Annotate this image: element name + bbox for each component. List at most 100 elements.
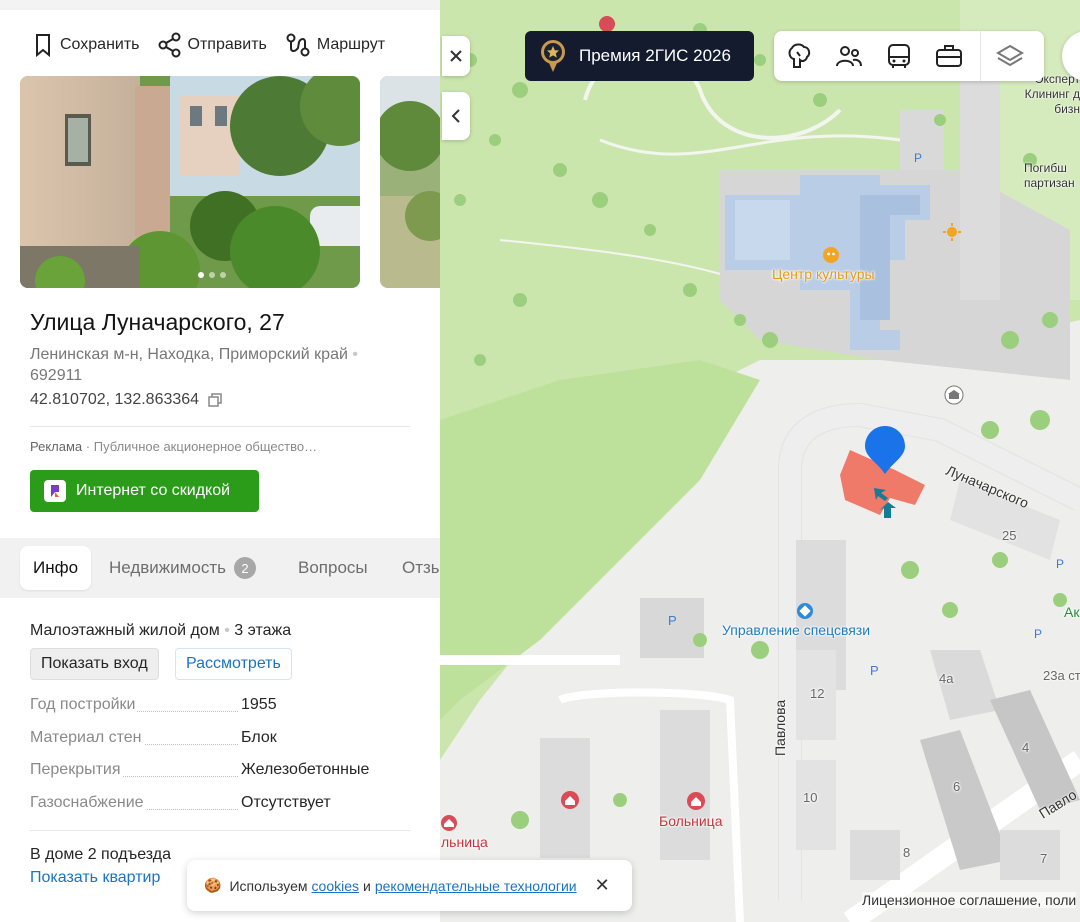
- property-value: Блок: [241, 729, 277, 746]
- card-actions: Сохранить Отправить Маршрут: [32, 32, 385, 58]
- close-icon: [450, 50, 462, 62]
- share-button[interactable]: Отправить: [158, 32, 267, 58]
- map-label-special-comm[interactable]: Управление спецсвязи: [722, 622, 870, 638]
- chevron-left-icon: [451, 109, 460, 123]
- medal-icon: [541, 40, 565, 72]
- sun-icon[interactable]: [942, 222, 962, 242]
- tab-questions[interactable]: Вопросы: [298, 546, 368, 590]
- building-number-23a: 23а ст: [1043, 668, 1080, 683]
- hospital-icon[interactable]: [440, 814, 458, 832]
- property-key: Материал стен: [30, 729, 144, 747]
- property-key: Год постройки: [30, 696, 138, 714]
- people-icon: [836, 46, 862, 67]
- attractions-icon: [788, 43, 811, 68]
- hospital-icon[interactable]: [560, 790, 580, 810]
- route-button[interactable]: Маршрут: [285, 32, 385, 58]
- save-label: Сохранить: [60, 36, 140, 53]
- map-label-hospital[interactable]: Больница: [659, 813, 723, 829]
- people-layer-button[interactable]: [824, 31, 874, 81]
- property-value: Отсутствует: [241, 794, 331, 811]
- parking-icon: P: [1034, 627, 1042, 640]
- pagination-dot[interactable]: [220, 272, 226, 278]
- layers-icon: [995, 44, 1024, 67]
- tab-realty[interactable]: Недвижимость 2: [109, 546, 256, 590]
- ad-button-label: Интернет со скидкой: [76, 482, 231, 499]
- map-label-culture-center[interactable]: Центр культуры: [772, 266, 875, 282]
- place-address: Ленинская м-н, Находка, Приморский край …: [30, 344, 420, 386]
- show-entrance-button[interactable]: Показать вход: [30, 648, 159, 680]
- briefcase-icon: [936, 45, 962, 67]
- show-apartments-link[interactable]: Показать квартир: [30, 869, 160, 887]
- house-type-label: Малоэтажный жилой дом: [30, 622, 220, 639]
- parking-icon: P: [914, 151, 922, 164]
- license-link[interactable]: Лицензионное соглашение, поли: [862, 892, 1077, 908]
- photo-image: [380, 76, 440, 288]
- save-button[interactable]: Сохранить: [32, 32, 140, 58]
- place-title: Улица Луначарского, 27: [30, 309, 285, 335]
- cookies-link[interactable]: cookies: [312, 878, 359, 894]
- ad-cta-button[interactable]: Интернет со скидкой: [30, 470, 259, 512]
- svg-text:P: P: [870, 663, 879, 678]
- coordinates-text[interactable]: 42.810702, 132.863364: [30, 391, 199, 409]
- business-layer-button[interactable]: [924, 31, 974, 81]
- entrances-count: В доме 2 подъезда: [30, 846, 171, 863]
- building-number-25: 25: [1002, 528, 1017, 543]
- pagination-dot[interactable]: [198, 272, 204, 278]
- house-type: Малоэтажный жилой дом • 3 этажа: [30, 622, 291, 640]
- floors-label: 3 этажа: [234, 622, 292, 639]
- bus-icon: [888, 44, 910, 68]
- hospital-icon[interactable]: [686, 791, 706, 811]
- rostelecom-logo-icon: [44, 480, 66, 502]
- ad-advertiser[interactable]: Публичное акционерное общество…: [94, 439, 317, 454]
- map-label-hospital-cut[interactable]: льница: [441, 834, 488, 850]
- card-tabs: Инфо Недвижимость 2 Вопросы Отзы: [0, 538, 440, 598]
- transport-layer-button[interactable]: [874, 31, 924, 81]
- building-number-10: 10: [803, 790, 818, 805]
- building-number-12: 12: [810, 686, 825, 701]
- postcode: 692911: [30, 367, 83, 384]
- parking-icon: P: [1056, 557, 1064, 570]
- property-row: Перекрытия Железобетонные: [30, 761, 410, 783]
- realty-count-badge: 2: [233, 557, 256, 579]
- close-panel-button[interactable]: [442, 36, 470, 76]
- tab-reviews[interactable]: Отзы: [402, 546, 440, 590]
- attractions-layer-button[interactable]: [774, 31, 824, 81]
- separator-dot: ·: [85, 439, 94, 454]
- tab-info-label: Инфо: [33, 558, 79, 577]
- place-photo[interactable]: [380, 76, 440, 288]
- location-pin-icon[interactable]: [863, 424, 907, 480]
- museum-icon[interactable]: [944, 385, 964, 405]
- map-label-cut[interactable]: Ак: [1064, 604, 1079, 620]
- divider: [30, 830, 410, 831]
- building-number-8: 8: [903, 845, 911, 860]
- building-number-7: 7: [1040, 851, 1048, 866]
- award-banner-button[interactable]: Премия 2ГИС 2026: [525, 31, 754, 81]
- entrance-arrow-icon[interactable]: [870, 484, 904, 520]
- bookmark-icon: [36, 34, 50, 58]
- layers-button[interactable]: [980, 31, 1038, 81]
- separator-dot: •: [352, 346, 358, 363]
- pagination-dot[interactable]: [209, 272, 215, 278]
- building-number-4a: 4а: [939, 671, 954, 686]
- tab-info[interactable]: Инфо: [20, 546, 92, 590]
- view-button[interactable]: Рассмотреть: [175, 648, 292, 680]
- cookie-close-icon[interactable]: ✕: [595, 875, 610, 896]
- share-label: Отправить: [187, 36, 267, 53]
- panel-top-strip: [0, 0, 440, 10]
- place-photo[interactable]: [20, 76, 360, 288]
- tab-realty-label: Недвижимость: [109, 558, 226, 577]
- share-icon: [158, 32, 181, 58]
- recommendation-tech-link[interactable]: рекомендательные технологии: [375, 878, 577, 894]
- map-label-memorial[interactable]: Погибш партизан: [1024, 161, 1080, 191]
- theater-icon[interactable]: [822, 246, 840, 264]
- photo-image: [20, 76, 360, 288]
- collapse-panel-button[interactable]: [442, 92, 470, 140]
- copy-icon[interactable]: [207, 392, 223, 408]
- cookie-banner: 🍪 Используем cookies и рекомендательные …: [187, 860, 632, 911]
- place-card-panel: Сохранить Отправить Маршрут Улица Лунача…: [0, 0, 440, 922]
- address-line: Ленинская м-н, Находка, Приморский край: [30, 346, 348, 363]
- company-icon[interactable]: [796, 602, 814, 620]
- cookie-text: Используем: [229, 877, 308, 894]
- building-number-4: 4: [1022, 740, 1030, 755]
- photo-pagination: [198, 272, 226, 278]
